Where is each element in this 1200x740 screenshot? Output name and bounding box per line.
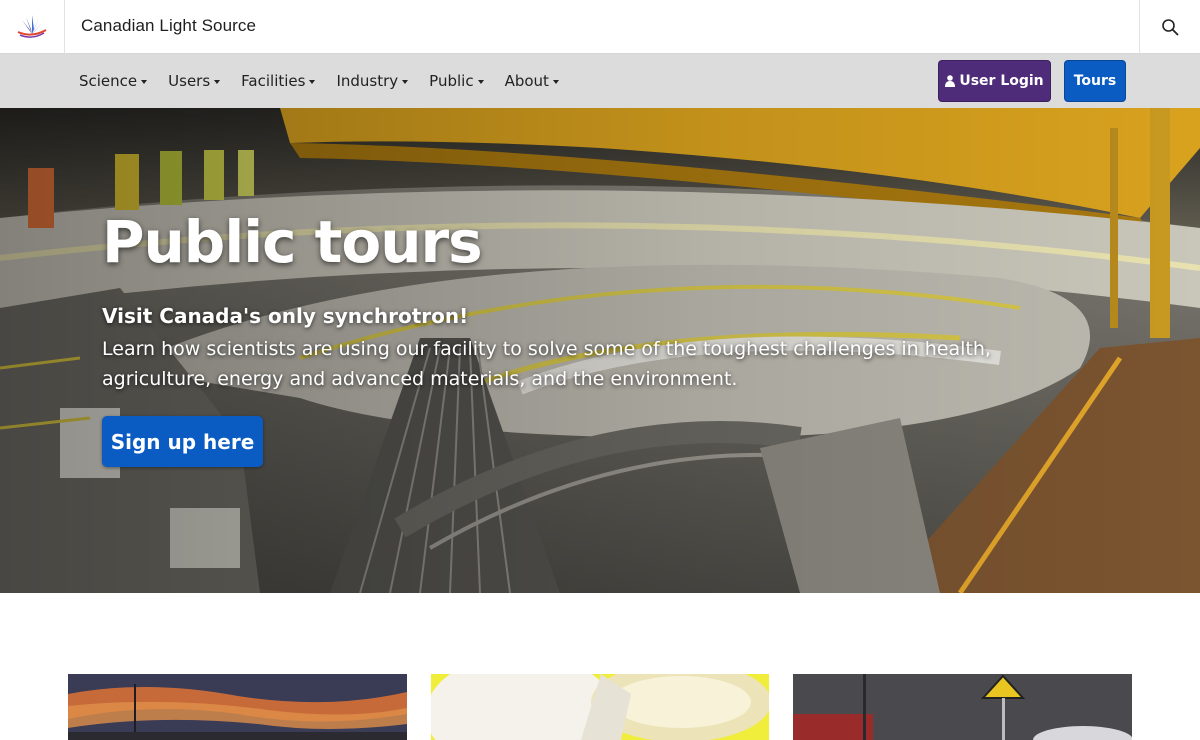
logo-link[interactable] (0, 0, 65, 54)
nav-menu: Science Users Facilities Industry Public… (79, 54, 580, 108)
hero-title: Public tours (102, 208, 483, 276)
user-login-button[interactable]: User Login (938, 60, 1051, 102)
top-bar: Canadian Light Source (0, 0, 1200, 54)
caret-down-icon (141, 80, 148, 84)
hero-banner: Public tours Visit Canada's only synchro… (0, 108, 1200, 593)
hero-subtitle: Visit Canada's only synchrotron! (102, 304, 469, 328)
nav-item-label: About (504, 72, 549, 90)
card-image-street[interactable] (793, 674, 1132, 740)
nav-item-label: Industry (336, 72, 399, 90)
nav-item-label: Facilities (241, 72, 306, 90)
nav-item-label: Public (429, 72, 474, 90)
nav-item-industry[interactable]: Industry (336, 72, 409, 90)
street-sign-image (793, 674, 1132, 740)
caret-down-icon (402, 80, 409, 84)
containers-image (431, 674, 769, 740)
hero-description: Learn how scientists are using our facil… (102, 338, 991, 390)
caret-down-icon (214, 80, 221, 84)
tours-button[interactable]: Tours (1064, 60, 1126, 102)
nav-item-users[interactable]: Users (168, 72, 221, 90)
search-icon (1162, 19, 1179, 36)
nav-item-label: Science (79, 72, 138, 90)
nav-item-science[interactable]: Science (79, 72, 148, 90)
main-nav: Science Users Facilities Industry Public… (0, 54, 1200, 108)
site-title[interactable]: Canadian Light Source (81, 16, 256, 36)
sunset-sky-image (68, 674, 407, 740)
nav-item-label: Users (168, 72, 211, 90)
tours-label: Tours (1073, 73, 1117, 89)
caret-down-icon (552, 80, 559, 84)
user-icon (945, 75, 956, 87)
user-login-label: User Login (959, 73, 1044, 89)
caret-down-icon (309, 80, 316, 84)
search-button[interactable] (1139, 0, 1200, 54)
nav-item-facilities[interactable]: Facilities (241, 72, 316, 90)
caret-down-icon (477, 80, 484, 84)
card-image-containers[interactable] (431, 674, 769, 740)
nav-item-public[interactable]: Public (429, 72, 484, 90)
sign-up-button[interactable]: Sign up here (102, 416, 263, 467)
card-image-sunset[interactable] (68, 674, 407, 740)
nav-item-about[interactable]: About (505, 72, 559, 90)
cls-logo-icon (17, 15, 47, 38)
